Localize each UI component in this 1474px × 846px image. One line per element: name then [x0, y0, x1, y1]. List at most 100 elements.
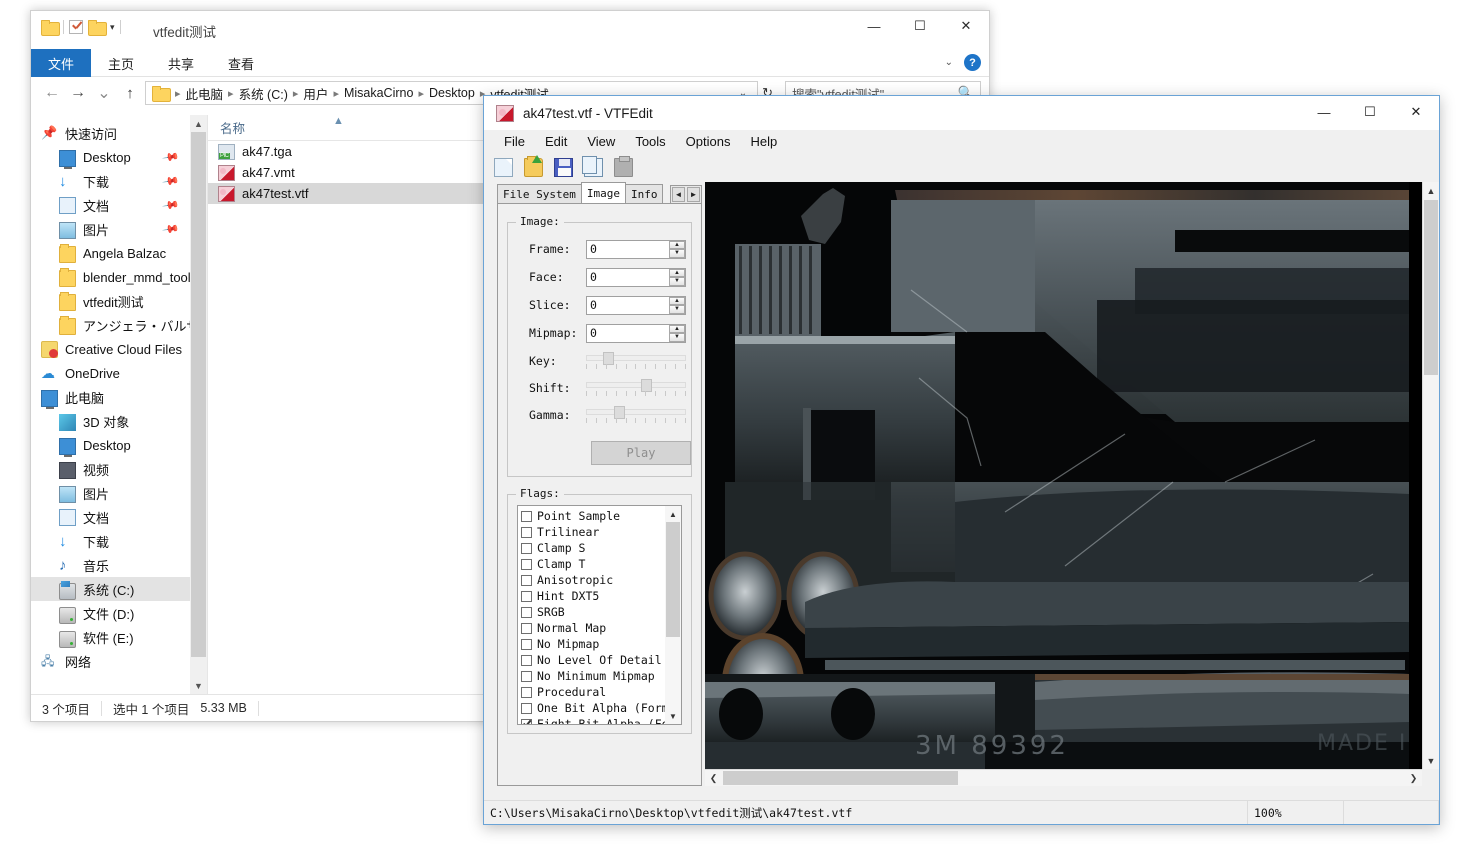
menu-item-help[interactable]: Help: [740, 134, 787, 149]
help-icon[interactable]: ?: [964, 54, 981, 71]
up-button[interactable]: ↑: [117, 80, 143, 106]
checkbox[interactable]: [521, 558, 532, 570]
checkbox[interactable]: [521, 718, 532, 724]
tab-info[interactable]: Info: [624, 184, 664, 204]
tab-image[interactable]: Image: [580, 182, 626, 204]
sidebar-item-2[interactable]: 下载 📌: [31, 169, 190, 193]
spinner-down-icon[interactable]: ▼: [669, 277, 685, 286]
checkbox[interactable]: [521, 510, 532, 522]
breadcrumb-item[interactable]: MisakaCirno: [341, 86, 416, 100]
new-folder-icon[interactable]: [88, 20, 107, 36]
tab-share[interactable]: 共享: [151, 49, 211, 77]
menu-item-file[interactable]: File: [494, 134, 535, 149]
scroll-up-icon[interactable]: ▲: [1423, 182, 1439, 199]
maximize-button[interactable]: ☐: [897, 11, 943, 41]
texture-canvas[interactable]: 3M 89392 MADE IN: [705, 182, 1422, 769]
column-header-name[interactable]: 名称: [208, 118, 245, 137]
spinner-up-icon[interactable]: ▲: [669, 240, 685, 249]
checkbox[interactable]: [521, 702, 532, 714]
menu-item-options[interactable]: Options: [676, 134, 741, 149]
scrollbar-thumb[interactable]: [1424, 200, 1438, 375]
menu-item-view[interactable]: View: [577, 134, 625, 149]
sidebar-item-16[interactable]: 文档: [31, 505, 190, 529]
scrollbar-thumb[interactable]: [723, 771, 958, 785]
spinner-input[interactable]: 0 ▲ ▼: [586, 295, 686, 315]
spinner-up-icon[interactable]: ▲: [669, 324, 685, 333]
flag-item[interactable]: No Level Of Detail: [521, 652, 665, 668]
copy-icon[interactable]: [582, 155, 603, 177]
checkbox[interactable]: [521, 574, 532, 586]
sidebar-item-14[interactable]: 视频: [31, 457, 190, 481]
flag-item[interactable]: Anisotropic: [521, 572, 665, 588]
preview-horizontal-scrollbar[interactable]: ❮ ❯: [705, 769, 1422, 786]
spinner-input[interactable]: 0 ▲ ▼: [586, 323, 686, 343]
spinner-up-icon[interactable]: ▲: [669, 268, 685, 277]
flags-listbox[interactable]: Point Sample Trilinear Clamp S Clamp T Aniso…: [517, 505, 682, 725]
sidebar-item-1[interactable]: Desktop 📌: [31, 145, 190, 169]
chevron-down-icon[interactable]: ⌄: [945, 57, 953, 68]
sidebar-item-12[interactable]: 3D 对象: [31, 409, 190, 433]
spinner-input[interactable]: 0 ▲ ▼: [586, 267, 686, 287]
recent-locations-button[interactable]: ⌄: [91, 80, 117, 106]
new-file-icon[interactable]: [494, 157, 513, 177]
save-file-icon[interactable]: [554, 157, 573, 177]
spinner-down-icon[interactable]: ▼: [669, 249, 685, 258]
nav-pane-scrollbar[interactable]: ▲ ▼: [190, 115, 207, 694]
sidebar-item-0[interactable]: 快速访问: [31, 121, 190, 145]
breadcrumb-item[interactable]: 此电脑: [183, 84, 227, 103]
open-file-icon[interactable]: [524, 154, 543, 177]
pin-icon[interactable]: 📌: [162, 148, 181, 167]
minimize-button[interactable]: —: [851, 11, 897, 41]
scroll-down-icon[interactable]: ▼: [1423, 752, 1439, 769]
checkbox[interactable]: [521, 654, 532, 666]
checkbox[interactable]: [521, 638, 532, 650]
breadcrumb-item[interactable]: 用户: [300, 84, 331, 103]
spinner-down-icon[interactable]: ▼: [669, 305, 685, 314]
slider[interactable]: [586, 378, 686, 398]
close-button[interactable]: ✕: [1393, 96, 1439, 128]
sidebar-item-15[interactable]: 图片: [31, 481, 190, 505]
slider[interactable]: [586, 405, 686, 425]
minimize-button[interactable]: —: [1301, 96, 1347, 128]
scroll-down-icon[interactable]: ▼: [190, 677, 207, 694]
sidebar-item-20[interactable]: 文件 (D:): [31, 601, 190, 625]
flags-scrollbar[interactable]: ▲ ▼: [665, 506, 681, 724]
scroll-down-icon[interactable]: ▼: [665, 708, 681, 724]
sidebar-item-10[interactable]: OneDrive: [31, 361, 190, 385]
menu-item-edit[interactable]: Edit: [535, 134, 577, 149]
tab-home[interactable]: 主页: [91, 49, 151, 77]
checkbox[interactable]: [521, 686, 532, 698]
play-button[interactable]: Play: [591, 441, 691, 465]
properties-icon[interactable]: [69, 20, 83, 34]
sidebar-item-18[interactable]: 音乐: [31, 553, 190, 577]
scrollbar-thumb[interactable]: [191, 132, 206, 657]
scroll-up-icon[interactable]: ▲: [190, 115, 207, 132]
breadcrumb-item[interactable]: 系统 (C:): [236, 84, 291, 103]
pin-icon[interactable]: 📌: [162, 172, 181, 191]
flag-item[interactable]: No Mipmap: [521, 636, 665, 652]
flag-item[interactable]: Procedural: [521, 684, 665, 700]
flag-item[interactable]: Point Sample: [521, 508, 665, 524]
flag-item[interactable]: Clamp S: [521, 540, 665, 556]
slider[interactable]: [586, 351, 686, 371]
flag-item[interactable]: Trilinear: [521, 524, 665, 540]
flag-item[interactable]: Normal Map: [521, 620, 665, 636]
scroll-left-icon[interactable]: ❮: [705, 770, 722, 787]
flag-item[interactable]: Eight Bit Alpha (Form: [521, 716, 681, 724]
tab-next-icon[interactable]: ►: [687, 187, 700, 202]
back-button[interactable]: ←: [39, 80, 65, 106]
breadcrumb-item[interactable]: Desktop: [426, 86, 478, 100]
flag-item[interactable]: Clamp T: [521, 556, 665, 572]
scroll-right-icon[interactable]: ❯: [1405, 770, 1422, 787]
customize-caret-icon[interactable]: ▾: [110, 20, 115, 34]
tab-file[interactable]: 文件: [31, 49, 92, 77]
flag-item[interactable]: Hint DXT5: [521, 588, 665, 604]
flag-item[interactable]: SRGB: [521, 604, 665, 620]
close-button[interactable]: ✕: [943, 11, 989, 41]
scroll-up-icon[interactable]: ▲: [665, 506, 681, 522]
pin-icon[interactable]: 📌: [162, 220, 181, 239]
flag-item[interactable]: One Bit Alpha (Format: [521, 700, 681, 716]
flag-item[interactable]: No Minimum Mipmap: [521, 668, 665, 684]
menu-item-tools[interactable]: Tools: [625, 134, 675, 149]
sidebar-item-7[interactable]: vtfedit测试: [31, 289, 190, 313]
